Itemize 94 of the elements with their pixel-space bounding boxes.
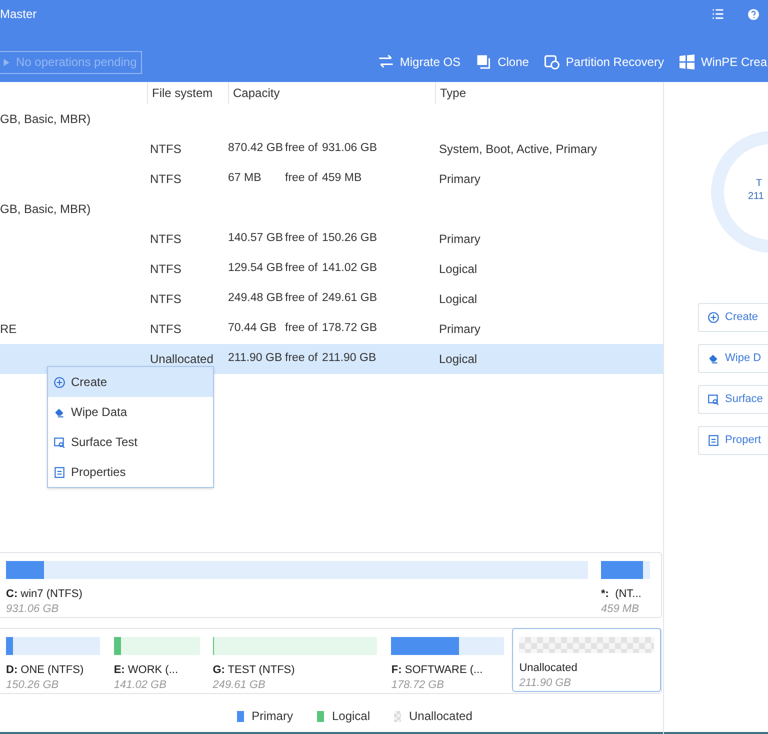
column-header[interactable]: Capacity <box>229 82 436 104</box>
file-system-cell: NTFS <box>150 322 182 336</box>
free-of-text: free of <box>285 352 318 364</box>
partition-size: 211.90 GB <box>519 676 572 691</box>
legend-label: Logical <box>332 708 370 725</box>
partition-label: *: (NT... <box>601 587 642 602</box>
partition-block[interactable]: C: win7 (NTFS) 931.06 GB <box>6 553 588 617</box>
free-of-text: free of <box>285 172 318 184</box>
toolbar-button[interactable]: WinPE Crea <box>678 53 767 71</box>
plus-circle-icon <box>53 376 66 388</box>
menu-item[interactable]: Wipe Data <box>48 397 213 427</box>
menu-item[interactable]: Properties <box>48 457 213 487</box>
total-capacity-text: 249.61 GB <box>322 291 377 306</box>
list-icon[interactable] <box>711 7 725 21</box>
toolbar-button[interactable]: Clone <box>474 53 529 71</box>
partition-type-cell-text: Logical <box>439 351 478 368</box>
free-of-text: free of <box>285 262 318 274</box>
selected-row[interactable]: Unallocated 211.90 GB free of 211.90 GB Logical <box>0 344 663 374</box>
file-system-cell: NTFS <box>150 172 182 186</box>
disk-scan-icon <box>707 393 720 406</box>
partition-recovery-icon <box>542 53 561 71</box>
total-capacity-text: 141.02 GB <box>322 261 377 276</box>
file-system-cell: NTFS <box>150 292 182 306</box>
partition-type-cell-text: Primary <box>439 321 480 338</box>
help-icon[interactable] <box>747 8 760 20</box>
file-system-cell: NTFS <box>150 142 182 156</box>
file-system-cell: NTFS <box>150 262 182 276</box>
partition-block[interactable]: D: ONE (NTFS) 150.26 GB <box>6 629 100 693</box>
partition-label: C: win7 (NTFS) <box>6 587 84 602</box>
file-system-cell: Unallocated <box>150 352 214 366</box>
document-icon <box>707 434 720 447</box>
partition-size: 459 MB <box>601 602 640 617</box>
partition-size: 249.61 GB <box>212 678 266 693</box>
free-space-text: 870.42 GB <box>228 142 283 154</box>
donut-value: 211 <box>748 190 764 203</box>
partition-block[interactable]: *: (NT... 459 MB <box>601 553 650 617</box>
partition-size: 178.72 GB <box>391 678 446 693</box>
partition-label: D: ONE (NTFS) <box>6 663 85 678</box>
disk-label: GB, Basic, MBR) <box>0 201 91 218</box>
plus-circle-icon <box>707 311 720 324</box>
partition-type-cell-text: Primary <box>439 171 480 188</box>
free-of-text: free of <box>285 142 318 154</box>
windows-icon <box>678 53 696 71</box>
partition-name: RE <box>0 322 17 336</box>
legend-label: Unallocated <box>409 708 472 725</box>
total-capacity-text: 931.06 GB <box>322 141 377 156</box>
partition-type-cell-text: Logical <box>439 261 478 278</box>
donut-label: T <box>755 177 762 190</box>
free-of-text: free of <box>285 292 318 304</box>
toolbar-button[interactable]: Partition Recovery <box>542 53 664 71</box>
partition-label: F: SOFTWARE (... <box>391 663 484 678</box>
partition-label: G: TEST (NTFS) <box>212 663 296 678</box>
partition-size: 141.02 GB <box>114 678 168 693</box>
side-action-button[interactable]: Wipe D <box>698 344 768 373</box>
free-space-text: 249.48 GB <box>228 292 283 304</box>
side-action-button[interactable]: Create <box>698 303 768 332</box>
clone-icon <box>474 53 493 71</box>
partition-type-cell-text: Primary <box>439 231 480 248</box>
toolbar-button[interactable]: Migrate OS <box>376 53 461 71</box>
legend-label: Primary <box>252 708 293 725</box>
free-space-text: 140.57 GB <box>228 232 283 244</box>
free-space-text: 67 MB <box>228 172 262 184</box>
file-system-cell: NTFS <box>150 232 182 246</box>
total-capacity-text: 459 MB <box>322 171 362 186</box>
partition-label: Unallocated <box>519 661 578 676</box>
total-capacity-text: 178.72 GB <box>322 321 377 336</box>
document-icon <box>53 466 66 478</box>
side-action-button[interactable]: Surface <box>698 385 768 414</box>
free-space-text: 129.54 GB <box>228 262 283 274</box>
column-header[interactable]: File system <box>148 82 229 104</box>
disk-label: GB, Basic, MBR) <box>0 111 91 128</box>
partition-block[interactable]: F: SOFTWARE (... 178.72 GB <box>391 629 504 693</box>
partition-type-cell-text: System, Boot, Active, Primary <box>439 141 598 158</box>
total-capacity-text: 150.26 GB <box>322 231 377 246</box>
column-header[interactable]: Type <box>436 82 663 104</box>
partition-label: E: WORK (... <box>114 663 180 678</box>
partition-block[interactable]: E: WORK (... 141.02 GB <box>114 629 200 693</box>
side-action-button[interactable]: Propert <box>698 426 768 455</box>
partition-type-cell-text: Logical <box>439 291 478 308</box>
partition-size: 150.26 GB <box>6 678 60 693</box>
partition-block[interactable]: G: TEST (NTFS) 249.61 GB <box>212 629 378 693</box>
eraser-icon <box>707 352 720 365</box>
free-space-text: 211.90 GB <box>228 352 282 364</box>
play-icon <box>1 56 12 68</box>
menu-item[interactable]: Surface Test <box>48 427 213 457</box>
window-title: Master <box>0 6 37 23</box>
partition-size: 931.06 GB <box>6 602 60 617</box>
free-space-text: 70.44 GB <box>228 322 277 334</box>
free-of-text: free of <box>285 322 318 334</box>
menu-item[interactable]: Create <box>48 367 213 397</box>
disk-scan-icon <box>53 436 66 448</box>
partition-block[interactable]: Unallocated 211.90 GB <box>512 628 661 692</box>
free-of-text: free of <box>285 232 318 244</box>
total-capacity-text: 211.90 GB <box>322 351 376 366</box>
